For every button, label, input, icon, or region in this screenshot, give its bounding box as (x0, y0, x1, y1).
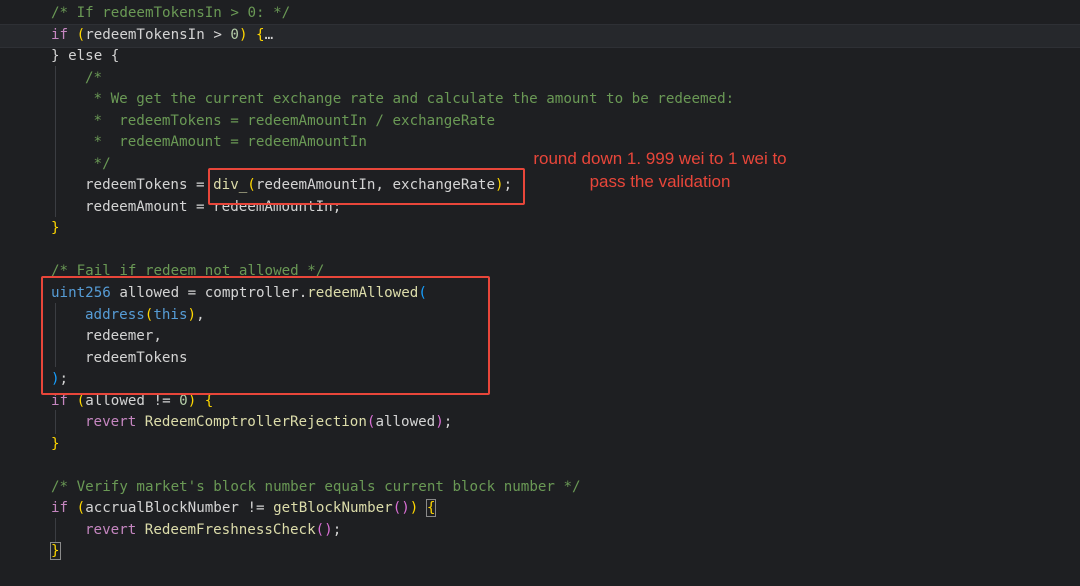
code-line[interactable]: redeemAmount = redeemAmountIn; (0, 197, 1080, 219)
function-call: getBlockNumber (273, 500, 393, 516)
keyword-revert: revert (85, 522, 137, 538)
code-line[interactable]: if (accrualBlockNumber != getBlockNumber… (0, 498, 1080, 520)
function-call: RedeemFreshnessCheck (144, 522, 316, 538)
code-comment: /* If redeemTokensIn > 0: */ (51, 5, 291, 21)
code-line[interactable]: } else { (0, 46, 1080, 68)
code-line[interactable]: revert RedeemFreshnessCheck(); (0, 520, 1080, 542)
operator: != (238, 500, 274, 516)
code-line[interactable]: * We get the current exchange rate and c… (0, 89, 1080, 111)
code-line[interactable]: /* (0, 68, 1080, 90)
fold-ellipsis[interactable]: … (265, 27, 274, 43)
code-comment: * We get the current exchange rate and c… (85, 91, 735, 107)
function-call: RedeemComptrollerRejection (144, 414, 367, 430)
annotation-line-2: pass the validation (589, 172, 731, 191)
code-line-active[interactable]: if (redeemTokensIn > 0) {… (0, 24, 1080, 48)
number-literal: 0 (230, 27, 239, 43)
closing-brace: } (51, 220, 60, 236)
code-line[interactable]: revert RedeemComptrollerRejection(allowe… (0, 412, 1080, 434)
code-line[interactable]: /* If redeemTokensIn > 0: */ (0, 3, 1080, 25)
operator: != (144, 393, 180, 409)
code-comment: /* (85, 70, 103, 86)
argument: allowed (375, 414, 436, 430)
keyword-revert: revert (85, 414, 137, 430)
annotation-box-redeem-allowed (41, 276, 490, 395)
code-line[interactable]: } (0, 218, 1080, 240)
code-editor[interactable]: /* If redeemTokensIn > 0: */ if (redeemT… (0, 0, 1080, 586)
code-comment: * redeemTokens = redeemAmountIn / exchan… (85, 113, 495, 129)
keyword-if: if (51, 393, 69, 409)
assignment: redeemTokens = (85, 177, 214, 193)
code-comment: */ (85, 156, 111, 172)
code-line[interactable]: } (0, 434, 1080, 456)
annotation-line-1: round down 1. 999 wei to 1 wei to (533, 149, 787, 168)
identifier: accrualBlockNumber (85, 500, 239, 516)
annotation-box-div (208, 168, 525, 205)
number-literal: 0 (179, 393, 188, 409)
else-clause: } else { (51, 48, 120, 64)
keyword-if: if (51, 27, 69, 43)
annotation-text: round down 1. 999 wei to 1 wei to pass t… (505, 147, 815, 193)
operator: > (204, 27, 231, 43)
closing-brace: } (51, 436, 60, 452)
code-comment: * redeemAmount = redeemAmountIn (85, 134, 367, 150)
closing-brace: } (50, 542, 61, 560)
code-line[interactable]: } (0, 541, 1080, 563)
code-comment: /* Verify market's block number equals c… (51, 479, 581, 495)
keyword-if: if (51, 500, 69, 516)
code-line[interactable]: * redeemTokens = redeemAmountIn / exchan… (0, 111, 1080, 133)
code-line[interactable]: /* Verify market's block number equals c… (0, 477, 1080, 499)
identifier: redeemTokensIn (85, 27, 205, 43)
identifier: allowed (85, 393, 145, 409)
